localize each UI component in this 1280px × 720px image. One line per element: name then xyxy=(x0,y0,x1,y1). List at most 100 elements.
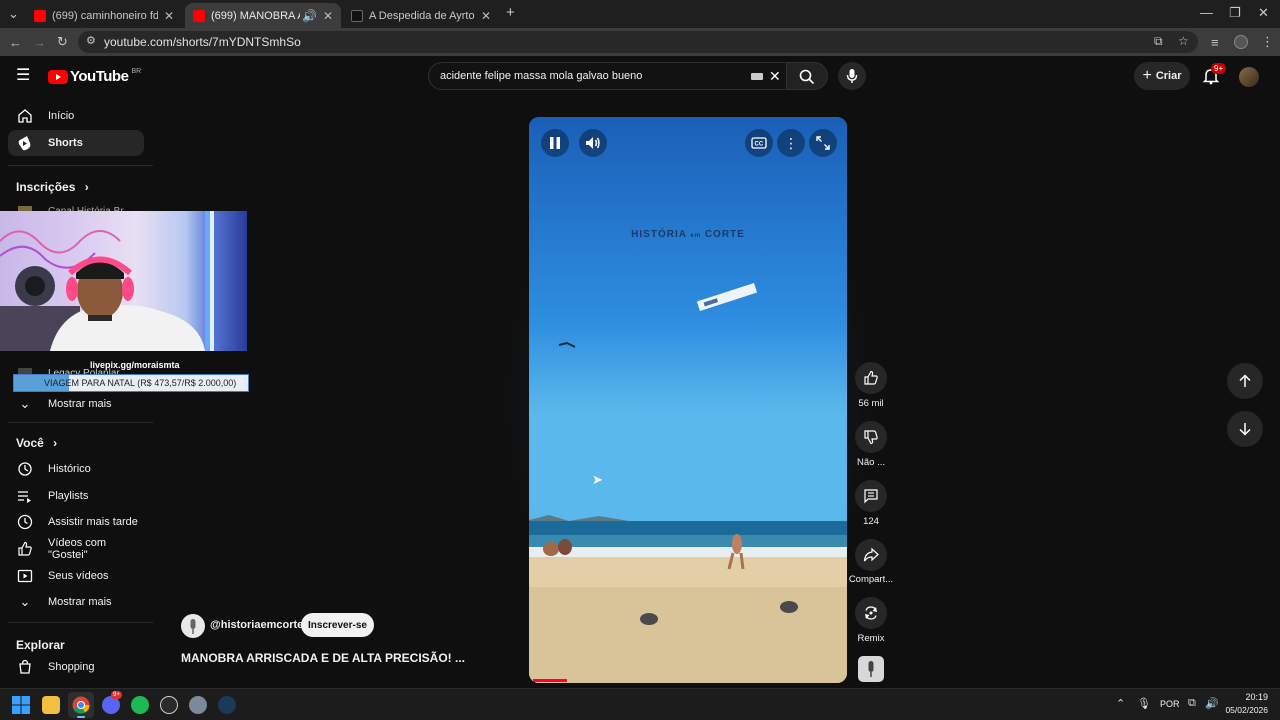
remix-icon xyxy=(865,606,877,620)
sidebar-item-shopping[interactable]: Shopping xyxy=(8,654,144,680)
windows-start-icon[interactable] xyxy=(12,696,30,714)
search-button[interactable] xyxy=(786,62,828,90)
more-options-icon[interactable]: ⋮ xyxy=(777,129,805,157)
microphone-tray-icon[interactable]: 🎙 xyxy=(1137,697,1151,710)
thumbs-up-icon xyxy=(864,370,878,385)
forward-icon[interactable]: → xyxy=(33,36,46,49)
pause-button[interactable] xyxy=(541,129,569,157)
tab-3[interactable]: A Despedida de Ayrton Senna ✕ xyxy=(343,3,499,28)
active-indicator xyxy=(77,716,85,718)
sidebar-item-label: Início xyxy=(48,110,75,122)
shorts-video-player[interactable]: HISTÓRIA em CORTE CC ⋮ xyxy=(529,117,847,683)
settings-gear-icon[interactable] xyxy=(189,696,207,714)
close-tab-icon[interactable]: ✕ xyxy=(323,9,333,23)
clock-time[interactable]: 20:19 xyxy=(1230,692,1268,702)
arrow-up-icon xyxy=(1239,374,1251,387)
video-title[interactable]: MANOBRA ARRISCADA E DE ALTA PRECISÃO! ..… xyxy=(181,651,465,665)
tiktok-favicon-icon xyxy=(351,9,363,22)
url-field[interactable]: ⚙ youtube.com/shorts/7mYDNTSmhSo ⧉ ☆ xyxy=(78,31,1198,53)
logo-text: YouTube xyxy=(70,68,129,85)
your-videos-icon xyxy=(16,567,34,585)
search-input[interactable]: acidente felipe massa mola galvao bueno … xyxy=(428,62,788,90)
install-app-icon[interactable]: ⧉ xyxy=(1154,35,1163,48)
arrow-down-icon xyxy=(1239,423,1251,436)
sidebar-item-playlists[interactable]: Playlists xyxy=(8,483,144,509)
chevron-right-icon: › xyxy=(53,436,58,450)
sidebar-item-label: Shopping xyxy=(48,661,95,673)
home-icon xyxy=(16,107,34,125)
channel-avatar[interactable] xyxy=(181,614,205,638)
media-control-icon[interactable]: ≡ xyxy=(1211,36,1219,49)
dislike-button[interactable] xyxy=(855,421,887,453)
clock-date[interactable]: 05/02/2026 xyxy=(1222,705,1268,715)
audio-playing-icon[interactable]: 🔊 xyxy=(302,9,317,23)
sidebar-item-inicio[interactable]: Início xyxy=(8,103,144,129)
close-tab-icon[interactable]: ✕ xyxy=(481,9,491,23)
video-watermark: HISTÓRIA em CORTE xyxy=(529,229,847,240)
create-button[interactable]: + Criar xyxy=(1134,62,1190,90)
profile-avatar[interactable] xyxy=(1234,35,1248,49)
file-explorer-icon[interactable] xyxy=(42,696,60,714)
minimize-icon[interactable]: — xyxy=(1200,6,1213,19)
tab-2-active[interactable]: (699) MANOBRA ARRISCADA E DE ALTA PRECIS… xyxy=(185,3,341,28)
notifications-button[interactable]: 9+ xyxy=(1202,63,1227,87)
steam-icon[interactable] xyxy=(218,696,236,714)
discord-icon[interactable]: 9+ xyxy=(102,691,122,714)
audio-source-thumbnail[interactable] xyxy=(858,656,884,682)
sidebar-item-liked-videos[interactable]: Vídeos com "Gostei" xyxy=(8,536,144,562)
network-icon[interactable]: ⧉ xyxy=(1188,697,1196,710)
sidebar-item-your-videos[interactable]: Seus vídeos xyxy=(8,563,144,589)
section-voce[interactable]: Você › xyxy=(16,436,57,450)
menu-hamburger-icon[interactable]: ☰ xyxy=(16,68,30,84)
sidebar-item-watch-later[interactable]: Assistir mais tarde xyxy=(8,509,144,535)
sidebar-item-shorts[interactable]: Shorts xyxy=(8,130,144,156)
new-tab-icon[interactable]: + xyxy=(506,5,515,20)
tab-search-icon[interactable]: ⌄ xyxy=(8,7,19,20)
previous-short-button[interactable] xyxy=(1227,363,1263,399)
close-window-icon[interactable]: ✕ xyxy=(1258,6,1269,19)
streamer-webcam-overlay xyxy=(0,211,247,351)
video-progress-bar[interactable] xyxy=(533,679,567,682)
share-button[interactable] xyxy=(855,539,887,571)
youtube-favicon-icon xyxy=(34,9,46,22)
bookmark-star-icon[interactable]: ☆ xyxy=(1178,35,1189,48)
app-circle-icon[interactable] xyxy=(160,696,178,714)
youtube-header: ☰ YouTube BR acidente felipe massa mola … xyxy=(0,56,1280,98)
captions-button[interactable]: CC xyxy=(745,129,773,157)
youtube-logo[interactable]: YouTube BR xyxy=(48,68,141,85)
fullscreen-button[interactable] xyxy=(809,129,837,157)
tab-1[interactable]: (699) caminhoneiro fdp 🤬🤬 - YouTube ✕ xyxy=(26,3,182,28)
channel-name[interactable]: @historiaemcorte xyxy=(210,619,303,631)
chrome-taskbar-button[interactable] xyxy=(68,692,94,718)
region-code: BR xyxy=(131,68,142,75)
speaker-icon[interactable]: 🔊 xyxy=(1205,697,1219,710)
back-icon[interactable]: ← xyxy=(9,36,22,49)
keyboard-icon[interactable] xyxy=(751,73,763,80)
show-more-you[interactable]: ⌄ Mostrar mais xyxy=(8,589,144,615)
chrome-menu-icon[interactable]: ⋮ xyxy=(1261,35,1274,48)
mouse-cursor-icon: ➤ xyxy=(592,472,603,487)
sidebar-item-historico[interactable]: Histórico xyxy=(8,456,144,482)
channel-logo-icon xyxy=(190,619,196,634)
comment-icon xyxy=(864,489,878,504)
browser-tab-bar: ⌄ (699) caminhoneiro fdp 🤬🤬 - YouTube ✕ … xyxy=(0,0,1280,28)
spotify-icon[interactable] xyxy=(131,696,149,714)
account-avatar[interactable] xyxy=(1239,67,1259,87)
input-language[interactable]: POR xyxy=(1160,699,1180,709)
close-tab-icon[interactable]: ✕ xyxy=(164,9,174,23)
voice-search-button[interactable] xyxy=(838,62,866,90)
divider xyxy=(8,165,153,166)
chevron-up-icon[interactable]: ⌃ xyxy=(1116,697,1125,710)
site-info-icon[interactable]: ⚙ xyxy=(86,35,96,48)
reload-icon[interactable]: ↻ xyxy=(57,35,68,48)
clear-search-icon[interactable]: ✕ xyxy=(769,68,781,85)
show-more-subscriptions[interactable]: ⌄ Mostrar mais xyxy=(8,391,144,417)
restore-icon[interactable]: ❐ xyxy=(1229,6,1241,19)
comments-button[interactable] xyxy=(855,480,887,512)
section-inscricoes[interactable]: Inscrições › xyxy=(16,180,89,194)
volume-button[interactable] xyxy=(579,129,607,157)
next-short-button[interactable] xyxy=(1227,411,1263,447)
remix-button[interactable] xyxy=(855,597,887,629)
subscribe-button[interactable]: Inscrever-se xyxy=(301,613,374,637)
like-button[interactable] xyxy=(855,362,887,394)
